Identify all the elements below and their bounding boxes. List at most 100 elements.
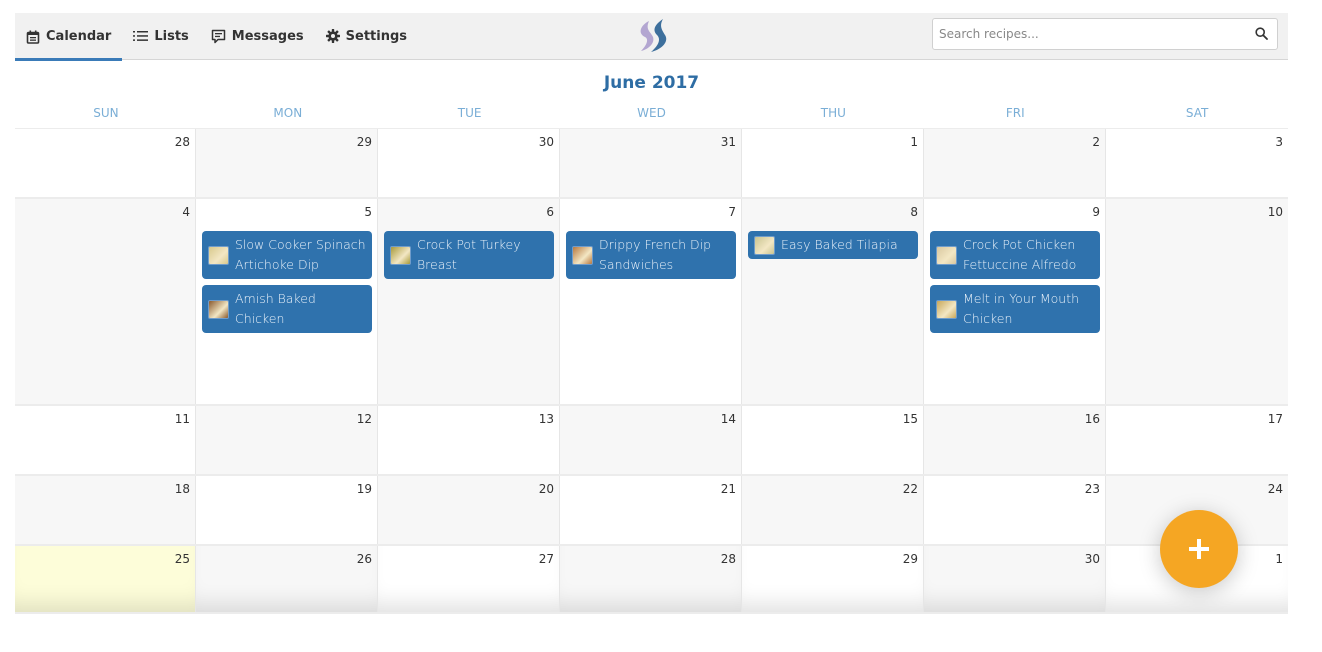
gear-icon: [325, 29, 340, 43]
day-number: 28: [720, 552, 736, 566]
calendar-day[interactable]: 18: [15, 476, 196, 544]
day-number: 6: [546, 205, 554, 219]
calendar-day[interactable]: 28: [15, 129, 196, 197]
day-number: 16: [1084, 412, 1100, 426]
meal-event[interactable]: Crock Pot Turkey Breast: [384, 231, 554, 279]
recipe-thumbnail-icon: [572, 245, 593, 265]
calendar-week: 4 5 Slow Cooker Spinach Artichoke Dip Amish…: [15, 199, 1288, 406]
meal-event[interactable]: Drippy French Dip Sandwiches: [566, 231, 736, 279]
calendar-day[interactable]: 23: [924, 476, 1106, 544]
top-navbar: Calendar Lists Messages Settings Search …: [15, 13, 1288, 61]
nav-messages-label: Messages: [231, 28, 304, 44]
nav-messages[interactable]: Messages: [200, 13, 315, 59]
meal-event-title: Amish Baked Chicken: [235, 291, 316, 326]
calendar-day[interactable]: 3: [1106, 129, 1288, 197]
meal-event[interactable]: Melt in Your Mouth Chicken: [930, 285, 1100, 333]
meal-event[interactable]: Easy Baked Tilapia: [748, 231, 918, 259]
meal-event[interactable]: Amish Baked Chicken: [202, 285, 372, 333]
calendar-day[interactable]: 6 Crock Pot Turkey Breast: [378, 199, 560, 404]
day-number: 22: [902, 482, 918, 496]
weekday-tue: TUE: [457, 106, 482, 120]
calendar-icon: [26, 30, 40, 44]
weekday-header: SUN MON TUE WED THU FRI SAT: [15, 104, 1288, 130]
weekday-thu: THU: [820, 106, 846, 120]
calendar-day[interactable]: 7 Drippy French Dip Sandwiches: [560, 199, 742, 404]
calendar-day[interactable]: 17: [1106, 406, 1288, 474]
calendar-day[interactable]: 14: [560, 406, 742, 474]
month-title: June 2017: [603, 73, 700, 93]
day-number: 1: [910, 135, 918, 149]
day-number: 28: [174, 135, 190, 149]
day-number: 7: [728, 205, 736, 219]
recipe-thumbnail-icon: [936, 299, 957, 319]
calendar-day[interactable]: 29: [742, 546, 924, 612]
nav-settings[interactable]: Settings: [315, 13, 418, 59]
app-logo[interactable]: [635, 17, 671, 55]
day-number: 12: [356, 412, 372, 426]
day-number: 30: [1084, 552, 1100, 566]
calendar-day[interactable]: 20: [378, 476, 560, 544]
nav-calendar[interactable]: Calendar: [15, 13, 123, 61]
meal-event[interactable]: Crock Pot Chicken Fettuccine Alfredo: [930, 231, 1100, 279]
day-number: 5: [364, 205, 372, 219]
day-number: 19: [356, 482, 372, 496]
day-number: 29: [356, 135, 372, 149]
calendar-day[interactable]: 8 Easy Baked Tilapia: [742, 199, 924, 404]
calendar-day[interactable]: 15: [742, 406, 924, 474]
app: Calendar Lists Messages Settings Search …: [15, 13, 1288, 614]
calendar-day[interactable]: 5 Slow Cooker Spinach Artichoke Dip Amish …: [196, 199, 378, 404]
calendar-day[interactable]: 12: [196, 406, 378, 474]
plus-icon: [1189, 539, 1209, 559]
calendar-day[interactable]: 1: [742, 129, 924, 197]
calendar-day[interactable]: 16: [924, 406, 1106, 474]
add-meal-button[interactable]: [1160, 510, 1238, 588]
search-box: [932, 18, 1278, 50]
calendar-week: 11 12 13 14 15 16 17: [15, 406, 1288, 476]
nav-lists[interactable]: Lists: [122, 13, 199, 59]
day-number: 21: [720, 482, 736, 496]
calendar-day[interactable]: 4: [15, 199, 196, 404]
nav-settings-label: Settings: [345, 28, 408, 44]
day-number: 31: [720, 135, 736, 149]
calendar-day[interactable]: 11: [15, 406, 196, 474]
calendar-grid: 28 29 30 31 1 2 3 4 5 Slow Cooker Spinach Articho…: [15, 129, 1288, 614]
day-number: 10: [1267, 205, 1283, 219]
meal-event-title: Melt in Your Mouth Chicken: [963, 291, 1080, 326]
day-number: 14: [720, 412, 736, 426]
calendar-week: 25 26 27 28 29 30 1: [15, 546, 1288, 614]
calendar-day[interactable]: 9 Crock Pot Chicken Fettuccine Alfredo Mel…: [924, 199, 1106, 404]
nav-calendar-label: Calendar: [46, 29, 112, 44]
nav-lists-label: Lists: [154, 28, 189, 44]
meal-event-title: Crock Pot Turkey Breast: [417, 237, 521, 272]
calendar-day[interactable]: 30: [378, 129, 560, 197]
recipe-thumbnail-icon: [390, 245, 411, 265]
calendar-day[interactable]: 19: [196, 476, 378, 544]
calendar-day[interactable]: 26: [196, 546, 378, 612]
day-number: 29: [902, 552, 918, 566]
weekday-sat: SAT: [1185, 106, 1209, 120]
calendar-day[interactable]: 29: [196, 129, 378, 197]
day-number: 9: [1092, 205, 1100, 219]
calendar-day[interactable]: 30: [924, 546, 1106, 612]
calendar-day[interactable]: 2: [924, 129, 1106, 197]
list-icon: [133, 31, 149, 41]
calendar-day[interactable]: 13: [378, 406, 560, 474]
meal-event-title: Easy Baked Tilapia: [781, 237, 898, 252]
day-number: 17: [1267, 412, 1283, 426]
calendar-day[interactable]: 27: [378, 546, 560, 612]
meal-event-title: Slow Cooker Spinach Artichoke Dip: [235, 237, 366, 272]
search-icon[interactable]: [1255, 27, 1268, 40]
calendar-day[interactable]: 28: [560, 546, 742, 612]
message-icon: [211, 29, 226, 43]
day-number: 26: [356, 552, 372, 566]
calendar-day[interactable]: 21: [560, 476, 742, 544]
meal-event[interactable]: Slow Cooker Spinach Artichoke Dip: [202, 231, 372, 279]
weekday-fri: FRI: [1005, 106, 1025, 120]
main-nav: Calendar Lists Messages Settings: [15, 13, 418, 61]
day-number: 11: [174, 412, 190, 426]
calendar-day-today[interactable]: 25: [15, 546, 196, 612]
calendar-day[interactable]: 31: [560, 129, 742, 197]
search-input[interactable]: [933, 19, 1245, 49]
calendar-day[interactable]: 10: [1106, 199, 1288, 404]
calendar-day[interactable]: 22: [742, 476, 924, 544]
